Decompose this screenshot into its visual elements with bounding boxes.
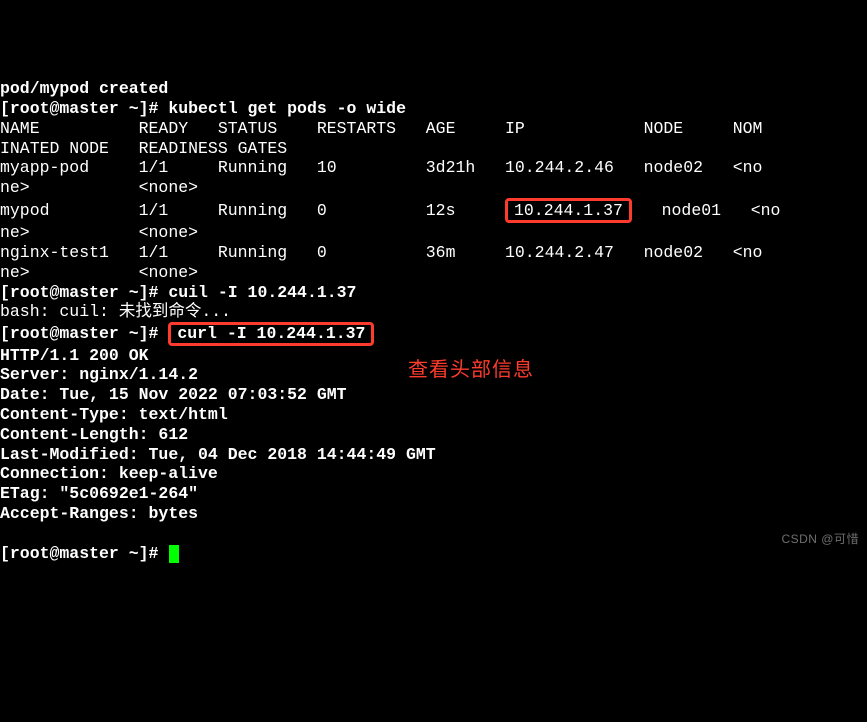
table-row: ne> <none> xyxy=(0,178,198,197)
table-row: ne> <none> xyxy=(0,263,198,282)
cursor[interactable] xyxy=(169,545,179,563)
table-header: NAME READY STATUS RESTARTS AGE IP NODE N… xyxy=(0,119,762,138)
table-row: mypod 1/1 Running 0 12s xyxy=(0,201,505,220)
http-response-line: Accept-Ranges: bytes xyxy=(0,504,198,523)
error-line: bash: cuil: 未找到命令... xyxy=(0,302,231,321)
table-row: nginx-test1 1/1 Running 0 36m 10.244.2.4… xyxy=(0,243,762,262)
http-response-line: Last-Modified: Tue, 04 Dec 2018 14:44:49… xyxy=(0,445,436,464)
http-response-line: Server: nginx/1.14.2 xyxy=(0,365,198,384)
http-response-line: Date: Tue, 15 Nov 2022 07:03:52 GMT xyxy=(0,385,347,404)
command-text: cuil -I 10.244.1.37 xyxy=(168,283,356,302)
http-response-line: Connection: keep-alive xyxy=(0,464,218,483)
http-response-line: Content-Length: 612 xyxy=(0,425,188,444)
table-header-cont: INATED NODE READINESS GATES xyxy=(0,139,287,158)
command-text: kubectl get pods -o wide xyxy=(168,99,406,118)
shell-prompt: [root@master ~]# xyxy=(0,283,168,302)
shell-prompt: [root@master ~]# xyxy=(0,544,168,563)
terminal[interactable]: pod/mypod created [root@master ~]# kubec… xyxy=(0,79,867,563)
http-response-line: Content-Type: text/html xyxy=(0,405,228,424)
watermark: CSDN @可惜 xyxy=(781,532,859,546)
table-row: ne> <none> xyxy=(0,223,198,242)
shell-prompt: [root@master ~]# xyxy=(0,99,168,118)
http-response-line: HTTP/1.1 200 OK xyxy=(0,346,149,365)
http-response-line: ETag: "5c0692e1-264" xyxy=(0,484,198,503)
highlighted-ip: 10.244.1.37 xyxy=(505,198,632,223)
table-row: myapp-pod 1/1 Running 10 3d21h 10.244.2.… xyxy=(0,158,762,177)
table-row: node01 <no xyxy=(632,201,781,220)
annotation-label: 查看头部信息 xyxy=(408,358,534,382)
shell-prompt: [root@master ~]# xyxy=(0,324,168,343)
highlighted-command: curl -I 10.244.1.37 xyxy=(168,322,374,345)
output-line: pod/mypod created xyxy=(0,79,168,98)
